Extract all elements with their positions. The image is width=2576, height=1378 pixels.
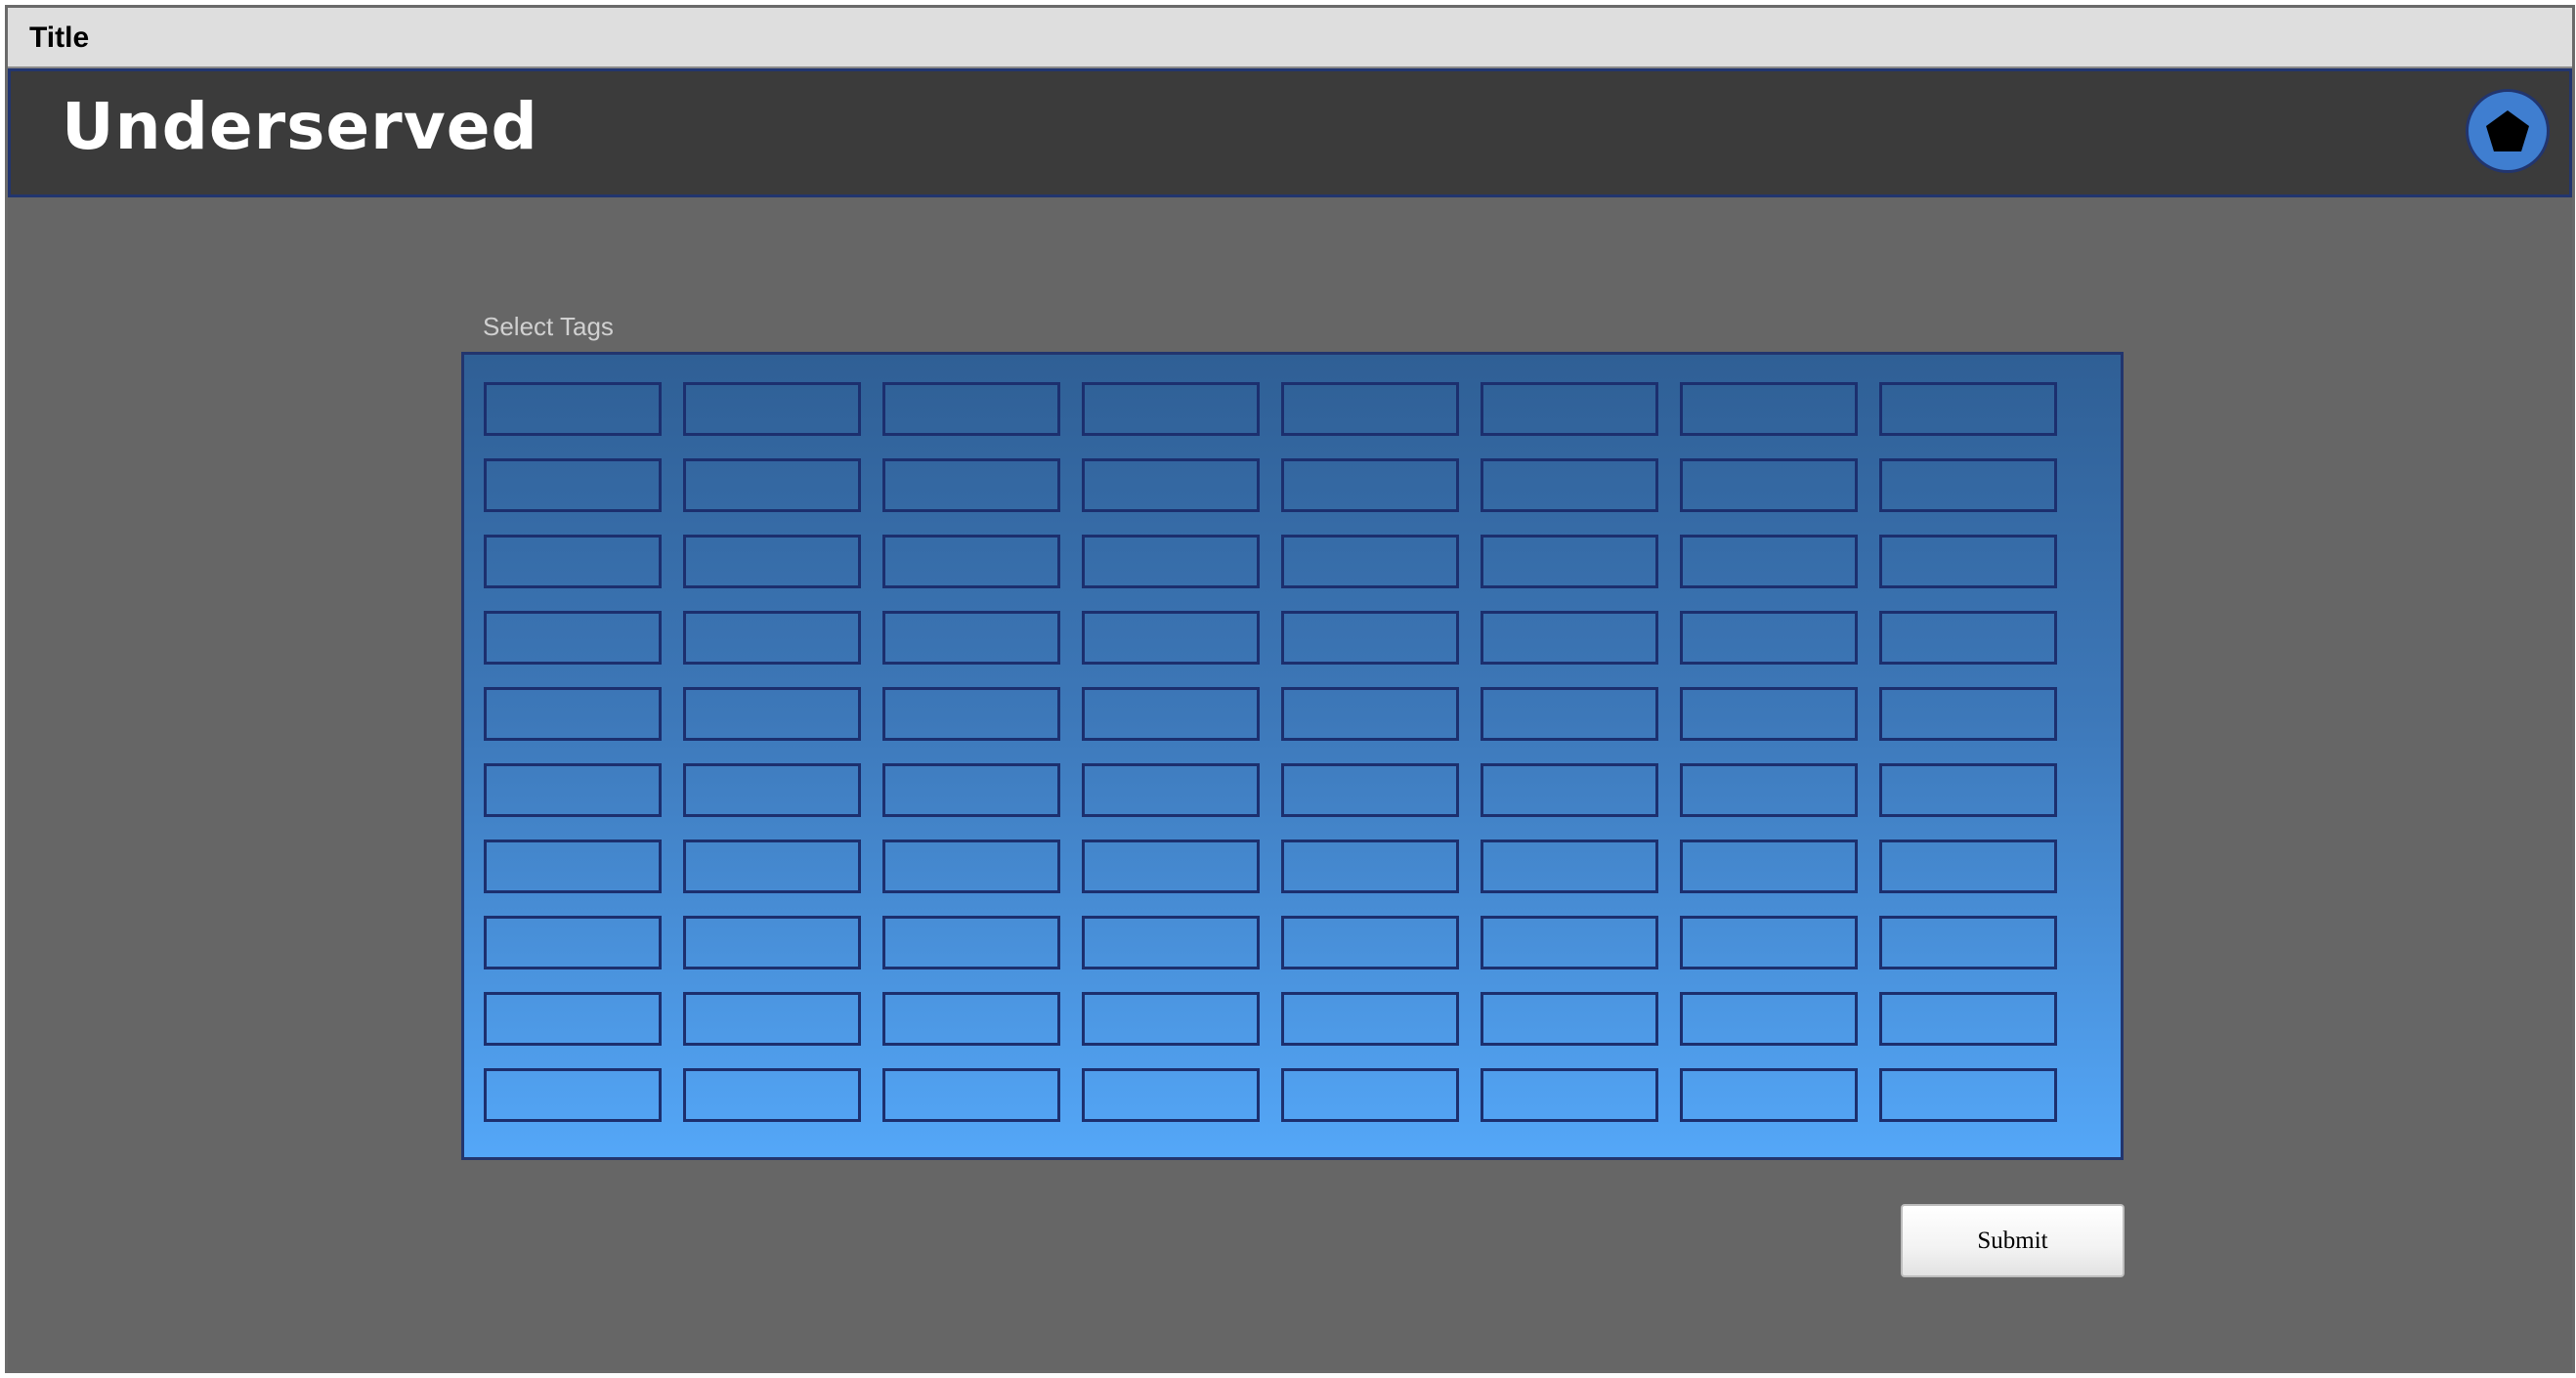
tag-option[interactable] xyxy=(1680,611,1858,665)
tag-option[interactable] xyxy=(683,840,861,893)
tag-option[interactable] xyxy=(683,382,861,436)
tag-option[interactable] xyxy=(484,458,662,512)
tag-option[interactable] xyxy=(1082,687,1260,741)
tag-option[interactable] xyxy=(1082,763,1260,817)
tag-option[interactable] xyxy=(484,916,662,969)
tag-panel xyxy=(461,352,2124,1160)
tag-option[interactable] xyxy=(683,611,861,665)
tag-option[interactable] xyxy=(1082,992,1260,1046)
tag-option[interactable] xyxy=(1680,458,1858,512)
tag-option[interactable] xyxy=(1879,840,2057,893)
tag-option[interactable] xyxy=(1680,916,1858,969)
pentagon-icon xyxy=(2486,110,2529,151)
window-title: Title xyxy=(29,22,90,54)
tag-option[interactable] xyxy=(1082,458,1260,512)
tag-option[interactable] xyxy=(1680,763,1858,817)
tag-option[interactable] xyxy=(484,1068,662,1122)
tag-option[interactable] xyxy=(1281,535,1459,588)
tag-option[interactable] xyxy=(1481,458,1658,512)
tag-option[interactable] xyxy=(1481,535,1658,588)
tag-option[interactable] xyxy=(882,1068,1060,1122)
tag-option[interactable] xyxy=(1481,916,1658,969)
tag-option[interactable] xyxy=(1879,763,2057,817)
tag-option[interactable] xyxy=(484,382,662,436)
tag-option[interactable] xyxy=(1281,763,1459,817)
tag-option[interactable] xyxy=(683,992,861,1046)
tag-option[interactable] xyxy=(1481,611,1658,665)
tag-option[interactable] xyxy=(1281,916,1459,969)
tag-option[interactable] xyxy=(1481,763,1658,817)
tag-option[interactable] xyxy=(1680,687,1858,741)
profile-button[interactable] xyxy=(2466,89,2550,173)
tag-option[interactable] xyxy=(1879,458,2057,512)
tag-option[interactable] xyxy=(683,763,861,817)
tag-option[interactable] xyxy=(484,611,662,665)
tag-option[interactable] xyxy=(484,763,662,817)
tag-option[interactable] xyxy=(1281,1068,1459,1122)
tag-option[interactable] xyxy=(484,992,662,1046)
tag-option[interactable] xyxy=(882,687,1060,741)
tag-option[interactable] xyxy=(882,992,1060,1046)
tag-option[interactable] xyxy=(484,687,662,741)
tag-option[interactable] xyxy=(882,382,1060,436)
tag-option[interactable] xyxy=(683,458,861,512)
tag-option[interactable] xyxy=(683,916,861,969)
tag-option[interactable] xyxy=(1879,535,2057,588)
tag-option[interactable] xyxy=(683,687,861,741)
tag-option[interactable] xyxy=(1879,916,2057,969)
tag-option[interactable] xyxy=(1481,1068,1658,1122)
tag-option[interactable] xyxy=(1082,1068,1260,1122)
tag-option[interactable] xyxy=(1281,611,1459,665)
tag-option[interactable] xyxy=(1281,687,1459,741)
tag-option[interactable] xyxy=(1082,382,1260,436)
tag-option[interactable] xyxy=(1680,382,1858,436)
tag-option[interactable] xyxy=(1281,382,1459,436)
tag-option[interactable] xyxy=(1082,840,1260,893)
tag-option[interactable] xyxy=(1879,1068,2057,1122)
tag-option[interactable] xyxy=(1481,687,1658,741)
tag-option[interactable] xyxy=(1879,992,2057,1046)
submit-button[interactable]: Submit xyxy=(1901,1204,2125,1277)
tag-option[interactable] xyxy=(1680,1068,1858,1122)
tag-option[interactable] xyxy=(882,535,1060,588)
app-window: Title Underserved Select Tags Submit xyxy=(5,5,2575,1373)
tag-option[interactable] xyxy=(1281,458,1459,512)
tag-option[interactable] xyxy=(1281,992,1459,1046)
tag-option[interactable] xyxy=(1481,992,1658,1046)
tag-option[interactable] xyxy=(1082,611,1260,665)
tag-option[interactable] xyxy=(1879,382,2057,436)
tag-option[interactable] xyxy=(1082,535,1260,588)
tag-grid xyxy=(484,382,2057,1122)
tag-option[interactable] xyxy=(1680,535,1858,588)
title-bar: Title xyxy=(8,8,2572,68)
app-title: Underserved xyxy=(62,89,538,164)
tag-option[interactable] xyxy=(1680,992,1858,1046)
app-header: Underserved xyxy=(8,68,2572,197)
tag-option[interactable] xyxy=(1481,382,1658,436)
tag-option[interactable] xyxy=(1281,840,1459,893)
select-tags-label: Select Tags xyxy=(483,312,614,341)
tag-option[interactable] xyxy=(484,535,662,588)
tag-option[interactable] xyxy=(882,458,1060,512)
tag-option[interactable] xyxy=(882,611,1060,665)
tag-option[interactable] xyxy=(683,1068,861,1122)
tag-option[interactable] xyxy=(484,840,662,893)
tag-option[interactable] xyxy=(683,535,861,588)
tag-option[interactable] xyxy=(882,840,1060,893)
tag-option[interactable] xyxy=(1082,916,1260,969)
tag-option[interactable] xyxy=(1481,840,1658,893)
tag-option[interactable] xyxy=(1680,840,1858,893)
tag-option[interactable] xyxy=(1879,687,2057,741)
tag-option[interactable] xyxy=(1879,611,2057,665)
tag-option[interactable] xyxy=(882,763,1060,817)
tag-option[interactable] xyxy=(882,916,1060,969)
